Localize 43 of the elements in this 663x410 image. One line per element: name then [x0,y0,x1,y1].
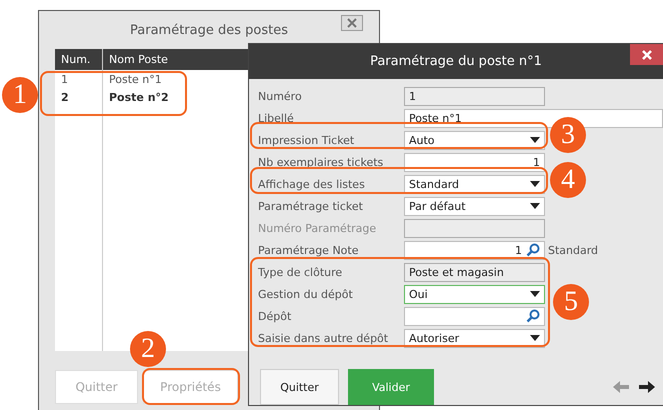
field-label: Numéro Paramétrage [258,222,378,234]
dropdown-field[interactable]: Oui [404,284,545,304]
search-icon[interactable] [526,243,540,257]
input-field[interactable]: 1 [404,86,545,106]
quit-button[interactable]: Quitter [260,369,339,405]
right-arrow-icon[interactable] [639,381,655,393]
column-header[interactable]: Num. [55,49,102,70]
input-field[interactable]: Poste et magasin [404,262,545,282]
caret-icon [530,137,540,143]
dropdown-field[interactable]: Par défaut [404,196,545,216]
dialog-title: Paramétrage du poste n°1 [370,54,542,69]
table-cell[interactable]: 1 [55,70,102,88]
field-label: Numéro [258,90,303,102]
field-label: Impression Ticket [258,134,356,146]
close-icon [642,50,652,60]
close-icon[interactable] [341,15,363,31]
window-title: Paramétrage des postes [130,22,288,38]
caret-icon [530,335,540,341]
field-label: Gestion du dépôt [258,288,354,300]
input-field[interactable] [404,306,545,326]
field-label: Paramétrage Note [258,244,360,256]
field-label: Dépôt [258,310,292,322]
dropdown-field[interactable]: Standard [404,174,545,194]
field-label: Affichage des listes [258,178,366,190]
close-button[interactable] [630,44,663,65]
field-label: Saisie dans autre dépôt [258,332,390,344]
table-cell[interactable]: Poste n°1 [102,70,248,88]
caret-icon [530,203,540,209]
search-icon[interactable] [526,309,540,323]
field-label: Nb exemplaires tickets [258,156,384,168]
field-label: Libellé [258,112,295,124]
dropdown-field[interactable]: Auto [404,130,545,150]
table-cell[interactable]: Poste n°2 [102,88,248,106]
callout-number: 1 [2,77,38,113]
field-label: Paramétrage ticket [258,200,364,212]
table-cell[interactable]: 2 [55,88,102,106]
caret-icon [530,181,540,187]
caret-icon [530,291,540,297]
column-header[interactable]: Nom Poste [102,49,248,70]
note-label: Standard [547,244,600,256]
field-label: Type de clôture [258,266,344,278]
dropdown-field[interactable]: Autoriser [404,328,545,348]
input-field[interactable]: 1 [404,152,545,172]
